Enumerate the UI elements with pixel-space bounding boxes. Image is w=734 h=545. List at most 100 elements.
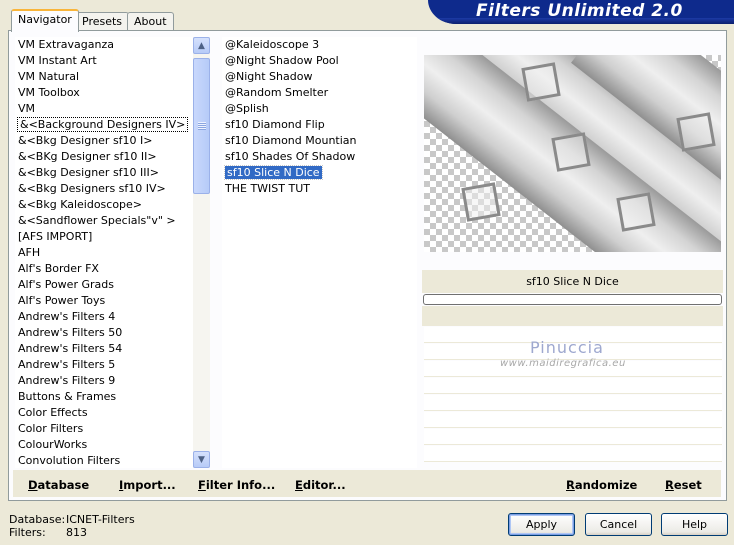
list-item[interactable]: THE TWIST TUT (222, 181, 417, 197)
parameter-header (422, 306, 723, 326)
list-item[interactable]: @Splish (222, 101, 417, 117)
list-item[interactable]: [AFS IMPORT] (15, 229, 193, 245)
list-item-label: &<Background Designers IV> (16, 117, 189, 132)
list-item[interactable]: Color Filters (15, 421, 193, 437)
list-item[interactable]: &<Bkg Designer sf10 I> (15, 133, 193, 149)
list-item-label: &<Bkg Designers sf10 IV> (18, 182, 166, 195)
selected-filter-title: sf10 Slice N Dice (422, 270, 723, 293)
list-item[interactable]: Andrew's Filters 54 (15, 341, 193, 357)
tab-presets[interactable]: Presets (75, 12, 130, 31)
list-item-label: sf10 Slice N Dice (224, 165, 323, 180)
list-item[interactable]: AFH (15, 245, 193, 261)
list-item-label: VM Natural (18, 70, 80, 83)
list-item[interactable]: &<BKg Designer sf10 II> (15, 149, 193, 165)
grip-icon (197, 122, 206, 130)
list-item[interactable]: @Random Smelter (222, 85, 417, 101)
list-item-label: Convolution Filters (18, 454, 121, 467)
list-item[interactable]: @Night Shadow (222, 69, 417, 85)
filters-label: Filters: (9, 526, 46, 539)
filter-list[interactable]: @Kaleidoscope 3 @Night Shadow Pool @Night … (222, 37, 417, 468)
help-button[interactable]: Help (661, 513, 728, 536)
filter-preview-image (424, 55, 721, 252)
list-item-label: &<BKg Designer sf10 II> (18, 150, 157, 163)
list-item[interactable]: @Kaleidoscope 3 (222, 37, 417, 53)
list-item-label: Andrew's Filters 50 (18, 326, 123, 339)
list-item[interactable]: &<Background Designers IV> (15, 117, 193, 133)
cancel-button[interactable]: Cancel (585, 513, 652, 536)
chevron-down-icon: ▼ (198, 454, 205, 465)
list-item[interactable]: &<Sandflower Specials"v" > (15, 213, 193, 229)
list-item[interactable]: VM Extravaganza (15, 37, 193, 53)
category-list[interactable]: VM Extravaganza VM Instant Art VM Natural V… (15, 37, 193, 468)
list-item-label: AFH (18, 246, 41, 259)
reset-button[interactable]: Reset (665, 478, 702, 492)
watermark-site: www.maidiregrafica.eu (500, 358, 626, 369)
filters-count: 813 (66, 526, 87, 539)
parameter-row (424, 412, 722, 428)
list-item-label: VM Instant Art (18, 54, 97, 67)
database-button[interactable]: Database (28, 478, 89, 492)
list-item[interactable]: VM (15, 101, 193, 117)
list-item-label: Alf's Border FX (18, 262, 99, 275)
scroll-down-button[interactable]: ▼ (193, 451, 210, 468)
database-label: Database: (9, 513, 66, 526)
list-item[interactable]: Alf's Power Grads (15, 277, 193, 293)
list-item-label: @Kaleidoscope 3 (225, 38, 320, 51)
list-item-label: THE TWIST TUT (225, 182, 310, 195)
filter-info-button[interactable]: Filter Info... (198, 478, 275, 492)
editor-button[interactable]: Editor... (295, 478, 346, 492)
list-item-label: Color Filters (18, 422, 84, 435)
parameter-row (424, 395, 722, 411)
list-item[interactable]: Andrew's Filters 5 (15, 357, 193, 373)
list-item[interactable]: VM Natural (15, 69, 193, 85)
parameter-row (424, 429, 722, 445)
list-item-label: &<Bkg Kaleidoscope> (18, 198, 143, 211)
list-item[interactable]: ColourWorks (15, 437, 193, 453)
list-item-label: Andrew's Filters 4 (18, 310, 116, 323)
list-item[interactable]: Convolution Filters (15, 453, 193, 468)
list-item-label: sf10 Diamond Mountian (225, 134, 357, 147)
list-item[interactable]: @Night Shadow Pool (222, 53, 417, 69)
parameter-row (424, 446, 722, 462)
list-item[interactable]: Andrew's Filters 4 (15, 309, 193, 325)
tab-navigator[interactable]: Navigator (11, 9, 79, 32)
list-item[interactable]: sf10 Diamond Mountian (222, 133, 417, 149)
scroll-thumb[interactable] (193, 58, 210, 194)
list-item-label: Buttons & Frames (18, 390, 117, 403)
list-item[interactable]: VM Instant Art (15, 53, 193, 69)
category-scrollbar[interactable]: ▲ ▼ (193, 37, 210, 468)
list-item-label: VM Toolbox (18, 86, 80, 99)
list-item[interactable]: Color Effects (15, 405, 193, 421)
parameter-row (424, 378, 722, 394)
list-item[interactable]: VM Toolbox (15, 85, 193, 101)
list-item[interactable]: Alf's Border FX (15, 261, 193, 277)
list-item[interactable]: sf10 Diamond Flip (222, 117, 417, 133)
list-item-label: Andrew's Filters 9 (18, 374, 116, 387)
list-item[interactable]: sf10 Slice N Dice (222, 165, 417, 181)
list-item[interactable]: Andrew's Filters 50 (15, 325, 193, 341)
title-banner: Filters Unlimited 2.0 (428, 0, 734, 24)
import-button[interactable]: Import... (119, 478, 176, 492)
list-item-label: [AFS IMPORT] (18, 230, 93, 243)
list-item[interactable]: &<Bkg Designer sf10 III> (15, 165, 193, 181)
list-item-label: @Night Shadow Pool (225, 54, 339, 67)
list-item[interactable]: &<Bkg Designers sf10 IV> (15, 181, 193, 197)
list-item-label: Andrew's Filters 54 (18, 342, 123, 355)
list-item[interactable]: sf10 Shades Of Shadow (222, 149, 417, 165)
apply-button[interactable]: Apply (508, 513, 575, 536)
list-item-label: VM Extravaganza (18, 38, 115, 51)
tab-about[interactable]: About (127, 12, 174, 31)
list-item[interactable]: Buttons & Frames (15, 389, 193, 405)
list-item[interactable]: Alf's Power Toys (15, 293, 193, 309)
list-item-label: sf10 Diamond Flip (225, 118, 325, 131)
list-item[interactable]: Andrew's Filters 9 (15, 373, 193, 389)
progress-bar (423, 294, 722, 305)
randomize-button[interactable]: Randomize (566, 478, 637, 492)
list-item-label: Alf's Power Toys (18, 294, 106, 307)
scroll-up-button[interactable]: ▲ (193, 37, 210, 54)
list-item-label: @Night Shadow (225, 70, 313, 83)
list-item-label: Alf's Power Grads (18, 278, 114, 291)
list-item[interactable]: &<Bkg Kaleidoscope> (15, 197, 193, 213)
list-item-label: @Splish (225, 102, 269, 115)
list-item-label: Color Effects (18, 406, 88, 419)
